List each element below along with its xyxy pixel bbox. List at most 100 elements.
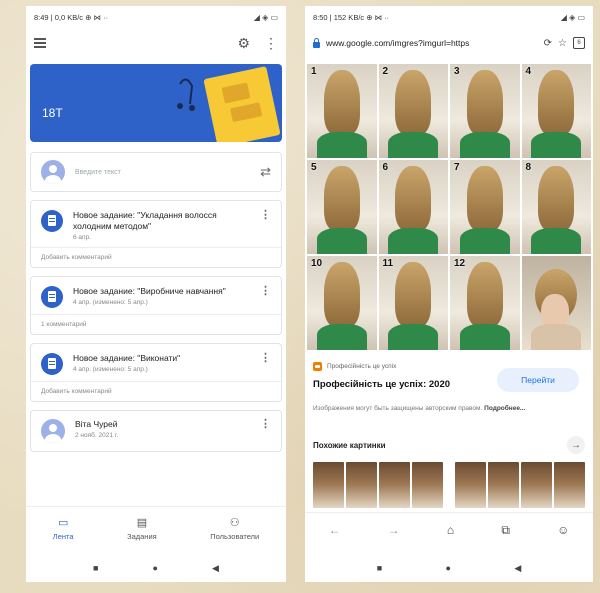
home-icon[interactable]: ● [446,563,451,573]
more-options-icon[interactable]: ⋮ [260,353,271,364]
announcement-input[interactable]: Введите текст ⇄ [30,152,282,192]
image-tile[interactable]: 3 [450,64,520,158]
image-number: 8 [525,162,532,173]
similar-images-group[interactable] [313,462,443,508]
image-tile[interactable]: 11 [378,256,448,350]
status-left: 8:49 | 0,0 KB/c ⊕ ⋈ ·· [34,12,109,22]
status-icons: ◢ ◈ ▭ [560,12,585,22]
image-tile[interactable]: 6 [378,160,448,254]
source-name: Професійність це успіх [327,363,397,370]
similar-thumb[interactable] [554,462,585,508]
status-bar: 8:50 | 152 KB/c ⊕ ⋈ ·· ◢ ◈ ▭ [305,6,593,28]
image-tile[interactable]: 4 [521,64,591,158]
recent-apps-icon[interactable]: ■ [93,563,98,573]
image-tile[interactable] [521,256,591,350]
profile-icon[interactable]: ☺ [557,523,569,537]
refresh-icon[interactable]: ⟳ [544,38,552,49]
system-nav: ■ ● ◀ [305,554,593,582]
star-icon[interactable]: ☆ [558,38,567,49]
similar-thumb[interactable] [412,462,443,508]
image-tile[interactable]: 5 [307,160,377,254]
comment-link[interactable]: Добавить комментарий [31,247,281,267]
visit-button[interactable]: Перейти [497,368,579,392]
task-card[interactable]: Новое задание: "Укладання волосся холодн… [30,200,282,268]
browser-toolbar: ← → ⌂ ⧉ ☺ [305,512,593,547]
nav-users[interactable]: ⚇ Пользователи [210,516,259,541]
similar-images-group[interactable] [455,462,585,508]
settings-icon[interactable]: ⚙ [237,35,250,52]
classroom-screen: 8:49 | 0,0 KB/c ⊕ ⋈ ·· ◢ ◈ ▭ ⚙ ⋮ 18T Вве… [26,6,286,582]
task-date: 4 апр. (изменено: 5 апр.) [73,366,148,373]
task-card[interactable]: Новое задание: "Виконати" 4 апр. (измене… [30,343,282,402]
avatar [41,419,65,443]
more-options-icon[interactable]: ⋮ [260,286,271,297]
url-field[interactable]: www.google.com/imgres?imgurl=https [326,38,538,48]
home-icon[interactable]: ⌂ [447,523,454,537]
users-icon: ⚇ [229,516,240,529]
copyright-notice: Изображения могут быть защищены авторски… [313,404,553,413]
similar-thumb[interactable] [488,462,519,508]
task-date: 4 апр. (изменено: 5 апр.) [73,299,148,306]
back-icon[interactable]: ◀ [514,563,521,574]
more-options-icon[interactable]: ⋮ [260,419,271,430]
image-number: 5 [311,162,317,173]
tab-count[interactable]: 6 [573,37,585,49]
home-icon[interactable]: ● [153,563,158,573]
image-number: 4 [525,66,532,77]
recent-apps-icon[interactable]: ■ [377,563,382,573]
image-tile[interactable]: 1 [307,64,377,158]
nav-tasks[interactable]: ▤ Задания [127,516,157,541]
assignment-icon [41,353,63,375]
similar-thumb[interactable] [379,462,410,508]
task-date: 6 апр. [73,234,91,241]
similar-thumb[interactable] [521,462,552,508]
comment-link[interactable]: 1 комментарий [31,314,281,334]
back-arrow-icon[interactable]: ← [329,523,341,537]
image-number: 1 [311,66,317,77]
image-source[interactable]: Професійність це успіх [313,362,396,371]
class-title: 18T [42,106,63,120]
task-card[interactable]: Новое задание: "Виробниче навчання" 4 ап… [30,276,282,335]
image-title[interactable]: Професійність це успіх: 2020 [313,379,450,390]
more-options-icon[interactable]: ⋮ [260,210,271,221]
more-options-icon[interactable]: ⋮ [264,35,278,52]
task-title: Новое задание: "Виробниче навчання" [73,286,226,296]
status-left: 8:50 | 152 KB/c ⊕ ⋈ ·· [313,12,390,22]
address-bar: www.google.com/imgres?imgurl=https ⟳ ☆ 6 [305,28,593,58]
copyright-text: Изображения могут быть защищены авторски… [313,405,483,412]
arrow-right-icon[interactable]: → [567,436,585,454]
bottom-nav: ▭ Лента ▤ Задания ⚇ Пользователи [26,506,286,549]
image-tile[interactable]: 12 [450,256,520,350]
comment-link[interactable]: Добавить комментарий [31,381,281,401]
similar-thumb[interactable] [346,462,377,508]
status-icons: ◢ ◈ ▭ [253,12,278,22]
status-bar: 8:49 | 0,0 KB/c ⊕ ⋈ ·· ◢ ◈ ▭ [26,6,286,28]
back-icon[interactable]: ◀ [212,563,219,574]
browser-screen: 8:50 | 152 KB/c ⊕ ⋈ ·· ◢ ◈ ▭ www.google.… [305,6,593,582]
system-nav: ■ ● ◀ [26,554,286,582]
image-number: 7 [454,162,460,173]
menu-icon[interactable] [34,38,46,48]
task-title: Новое задание: "Виконати" [73,353,181,363]
post-date: 2 нояб. 2021 г. [75,432,119,439]
app-bar: ⚙ ⋮ [26,28,286,58]
image-number: 6 [382,162,389,173]
author-name: Віта Чурей [75,419,118,429]
image-tile[interactable]: 7 [450,160,520,254]
similar-thumb[interactable] [455,462,486,508]
nav-feed[interactable]: ▭ Лента [53,516,74,541]
similar-thumb[interactable] [313,462,344,508]
repost-icon[interactable]: ⇄ [260,164,271,180]
details-link[interactable]: Подробнее... [484,405,525,412]
assignment-icon [41,286,63,308]
image-tile[interactable]: 10 [307,256,377,350]
post-card[interactable]: Віта Чурей 2 нояб. 2021 г. ⋮ [30,410,282,452]
image-tile[interactable]: 2 [378,64,448,158]
avatar [41,160,65,184]
image-number: 2 [382,66,389,77]
announcement-placeholder: Введите текст [75,168,121,176]
image-tile[interactable]: 8 [521,160,591,254]
similar-images-heading: Похожие картинки [313,441,386,450]
forward-arrow-icon[interactable]: → [388,523,400,537]
tabs-icon[interactable]: ⧉ [501,523,510,538]
